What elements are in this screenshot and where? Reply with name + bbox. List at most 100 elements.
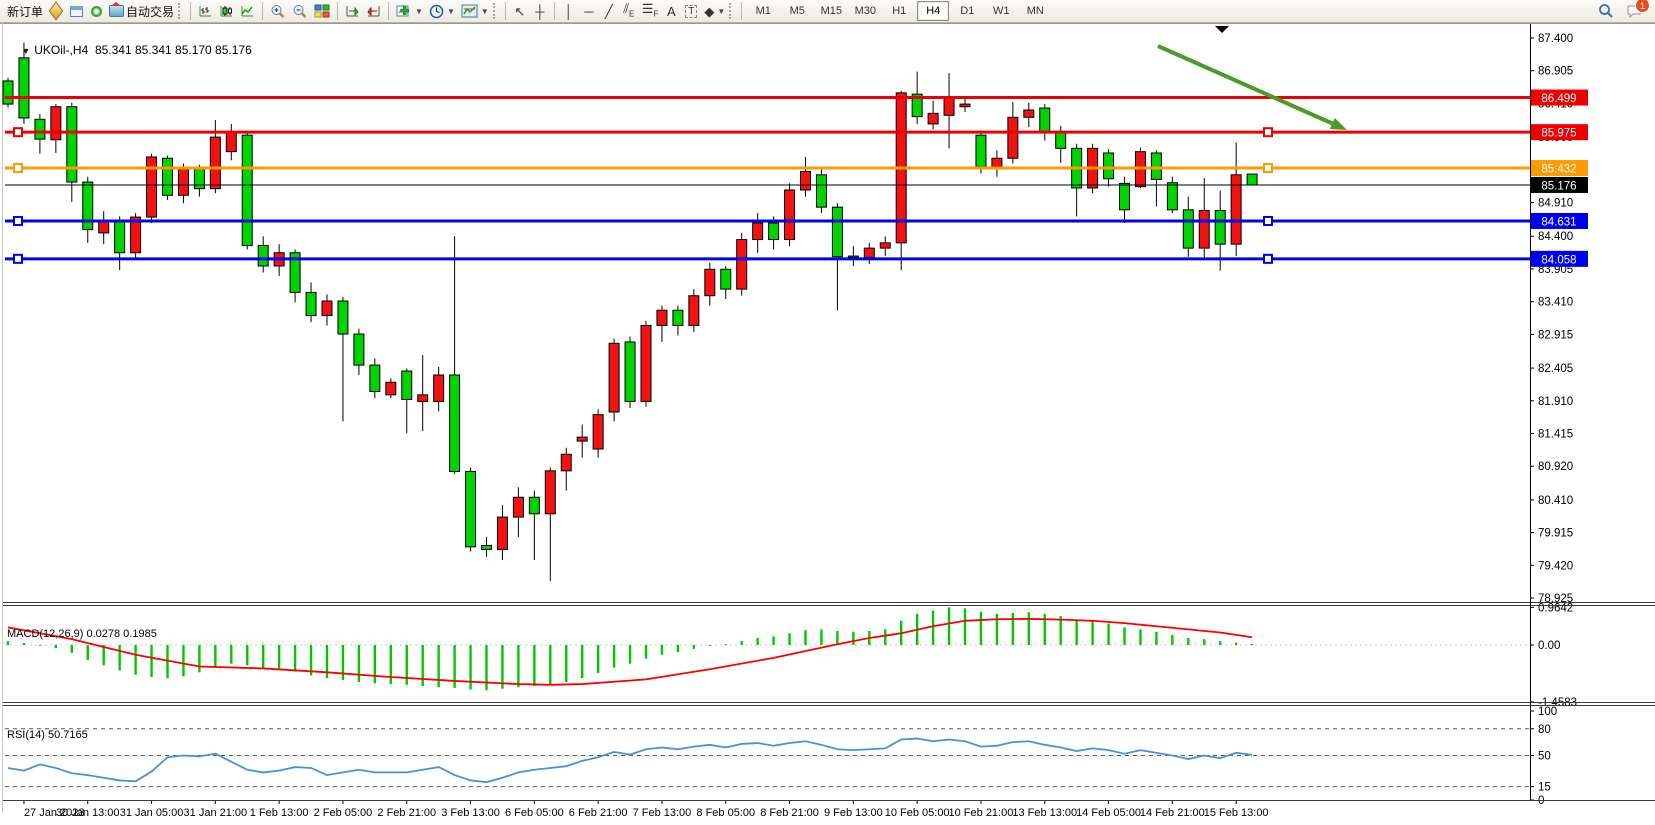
time-label: 10 Feb 21:00 xyxy=(949,807,1014,819)
bear-candle xyxy=(1040,108,1050,132)
bull-candle xyxy=(960,104,970,107)
line-chart-button[interactable] xyxy=(237,1,258,21)
time-label: 10 Feb 05:00 xyxy=(885,807,950,819)
auto-scroll-button[interactable] xyxy=(342,1,363,21)
line-handle[interactable] xyxy=(1264,217,1272,225)
auto-scroll-icon xyxy=(345,4,360,18)
text-button[interactable]: A xyxy=(661,1,681,21)
cursor-button[interactable]: ↖ xyxy=(510,1,530,21)
vertical-line-button[interactable]: │ xyxy=(559,1,579,21)
bear-candle xyxy=(370,365,380,391)
separator xyxy=(337,2,338,20)
tile-windows-button[interactable] xyxy=(311,1,333,21)
zoom-in-icon xyxy=(270,4,286,19)
equidistant-channel-icon: ⫽E xyxy=(623,2,634,21)
zoom-in-button[interactable] xyxy=(267,1,289,21)
price-tick: 80.920 xyxy=(1538,461,1573,473)
timeframe-d1[interactable]: D1 xyxy=(951,1,983,21)
chart-canvas[interactable]: 87.40086.90586.41085.90085.40584.91084.4… xyxy=(0,23,1655,825)
template-icon xyxy=(461,4,478,18)
arrows-icon: ◆ xyxy=(704,5,714,18)
timeframe-h1[interactable]: H1 xyxy=(883,1,915,21)
time-label: 6 Feb 05:00 xyxy=(505,807,564,819)
line-handle[interactable] xyxy=(1264,164,1272,172)
arrows-button[interactable]: ◆▼ xyxy=(701,1,728,21)
horizontal-line-button[interactable]: ─ xyxy=(579,1,599,21)
timeframe-w1[interactable]: W1 xyxy=(985,1,1017,21)
bear-candle xyxy=(1120,183,1130,209)
bull-candle xyxy=(178,169,188,195)
time-label: 2 Feb 21:00 xyxy=(377,807,436,819)
dropdown-caret-icon: ▼ xyxy=(717,7,725,16)
time-label: 13 Feb 13:00 xyxy=(1012,807,1077,819)
timeframe-m30[interactable]: M30 xyxy=(849,1,881,21)
bear-candle xyxy=(1104,153,1114,179)
templates-button[interactable]: ▼ xyxy=(458,1,492,21)
bull-candle xyxy=(147,157,157,217)
timeframe-mn[interactable]: MN xyxy=(1019,1,1051,21)
line-handle[interactable] xyxy=(14,217,22,225)
bull-candle xyxy=(737,240,747,290)
bear-candle xyxy=(673,310,683,325)
terminal-window-button[interactable] xyxy=(66,1,86,21)
new-order-button[interactable]: 新订单 xyxy=(4,1,46,21)
auto-trading-button[interactable]: 自动交易 xyxy=(106,1,177,21)
time-label: 31 Jan 05:00 xyxy=(120,807,184,819)
crosshair-icon: ┼ xyxy=(535,5,544,18)
bear-candle xyxy=(848,256,858,257)
text-icon: A xyxy=(667,5,676,18)
line-handle[interactable] xyxy=(1264,255,1272,263)
timeframe-m15[interactable]: M15 xyxy=(815,1,847,21)
bull-candle xyxy=(864,248,874,257)
search-button[interactable] xyxy=(1595,1,1617,21)
notifications-button[interactable]: 1 xyxy=(1623,1,1645,21)
bull-candle xyxy=(561,454,571,471)
chart-title: ▼UKOil-,H4 85.341 85.341 85.170 85.176 xyxy=(8,29,252,71)
line-handle[interactable] xyxy=(14,255,22,263)
price-tick: 81.910 xyxy=(1538,396,1573,408)
fibonacci-button[interactable]: ☰F xyxy=(639,1,662,21)
bear-candle xyxy=(402,371,412,399)
price-badge-label: 85.176 xyxy=(1541,180,1576,192)
line-handle[interactable] xyxy=(14,128,22,136)
chart-shift-icon xyxy=(366,4,381,18)
candlestick-chart-button[interactable] xyxy=(216,1,237,21)
text-label-icon: T xyxy=(685,5,697,18)
bear-candle xyxy=(482,545,492,549)
collapse-arrow-icon[interactable]: ▼ xyxy=(21,46,30,56)
bull-candle xyxy=(1024,110,1034,117)
bear-candle xyxy=(832,207,842,257)
chart-shift-button[interactable] xyxy=(363,1,384,21)
bull-candle xyxy=(513,497,523,517)
bear-candle xyxy=(1056,132,1066,149)
timeframe-m1[interactable]: M1 xyxy=(747,1,779,21)
bear-candle xyxy=(1215,210,1225,244)
line-handle[interactable] xyxy=(1264,128,1272,136)
line-handle[interactable] xyxy=(14,164,22,172)
trendline-button[interactable]: ╱ xyxy=(599,1,619,21)
time-label: 9 Feb 13:00 xyxy=(824,807,883,819)
crosshair-button[interactable]: ┼ xyxy=(530,1,550,21)
cursor-icon: ↖ xyxy=(514,5,525,18)
bar-chart-button[interactable] xyxy=(195,1,216,21)
signals-button[interactable] xyxy=(86,1,106,21)
toolbar-grip xyxy=(729,3,734,19)
new-chart-button[interactable]: ▼ xyxy=(393,1,426,21)
equidistant-channel-button[interactable]: ⫽E xyxy=(619,1,639,21)
timeframe-h4[interactable]: H4 xyxy=(917,1,949,21)
bull-candle xyxy=(386,382,396,395)
bull-candle xyxy=(880,243,890,248)
bear-candle xyxy=(163,158,173,195)
price-badge-label: 84.631 xyxy=(1541,216,1576,228)
bull-candle xyxy=(641,325,651,401)
periods-button[interactable]: ▼ xyxy=(426,1,458,21)
bull-candle xyxy=(545,471,555,514)
dropdown-caret-icon: ▼ xyxy=(447,7,455,16)
notification-badge: 1 xyxy=(1635,0,1650,13)
market-watch-button[interactable] xyxy=(46,1,66,21)
text-label-button[interactable]: T xyxy=(681,1,701,21)
zoom-out-icon xyxy=(292,4,308,19)
zoom-out-button[interactable] xyxy=(289,1,311,21)
toolbar-grip xyxy=(493,3,498,19)
timeframe-m5[interactable]: M5 xyxy=(781,1,813,21)
